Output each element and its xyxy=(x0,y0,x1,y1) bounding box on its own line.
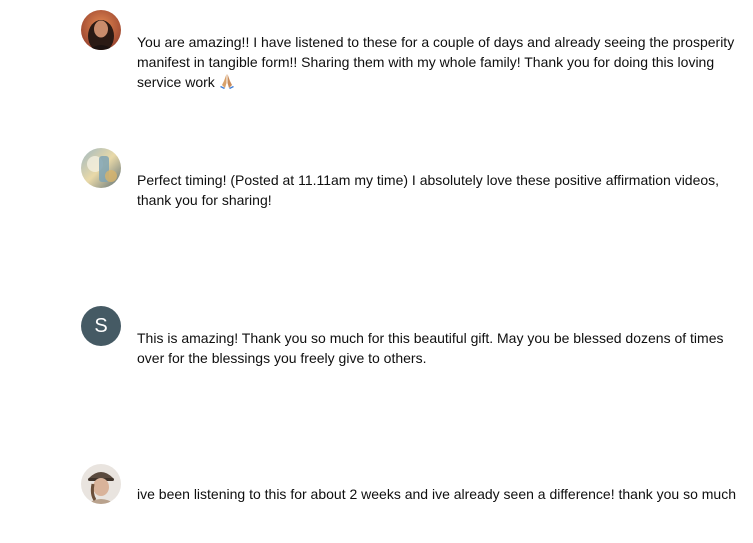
comment-text-body: Perfect timing! (Posted at 11.11am my ti… xyxy=(137,172,720,208)
avatar[interactable] xyxy=(81,464,121,504)
avatar-letter: S xyxy=(94,315,108,337)
user-photo-avatar-icon xyxy=(81,10,121,50)
avatar[interactable]: S xyxy=(81,306,121,346)
comment-text: You are amazing!! I have listened to the… xyxy=(137,32,737,94)
comment-text: ive been listening to this for about 2 w… xyxy=(137,484,736,504)
comment-text: This is amazing! Thank you so much for t… xyxy=(137,328,737,368)
avatar[interactable] xyxy=(81,148,121,188)
avatar[interactable] xyxy=(81,10,121,50)
praying-hands-icon xyxy=(219,73,235,94)
comment-text-body: This is amazing! Thank you so much for t… xyxy=(137,330,724,366)
comments-page: { "comments": [ { "text": "You are amazi… xyxy=(0,0,753,543)
comment-text: Perfect timing! (Posted at 11.11am my ti… xyxy=(137,170,737,210)
user-photo-avatar-icon xyxy=(81,464,121,504)
comment-text-body: ive been listening to this for about 2 w… xyxy=(137,486,736,502)
user-photo-avatar-icon xyxy=(81,148,121,188)
